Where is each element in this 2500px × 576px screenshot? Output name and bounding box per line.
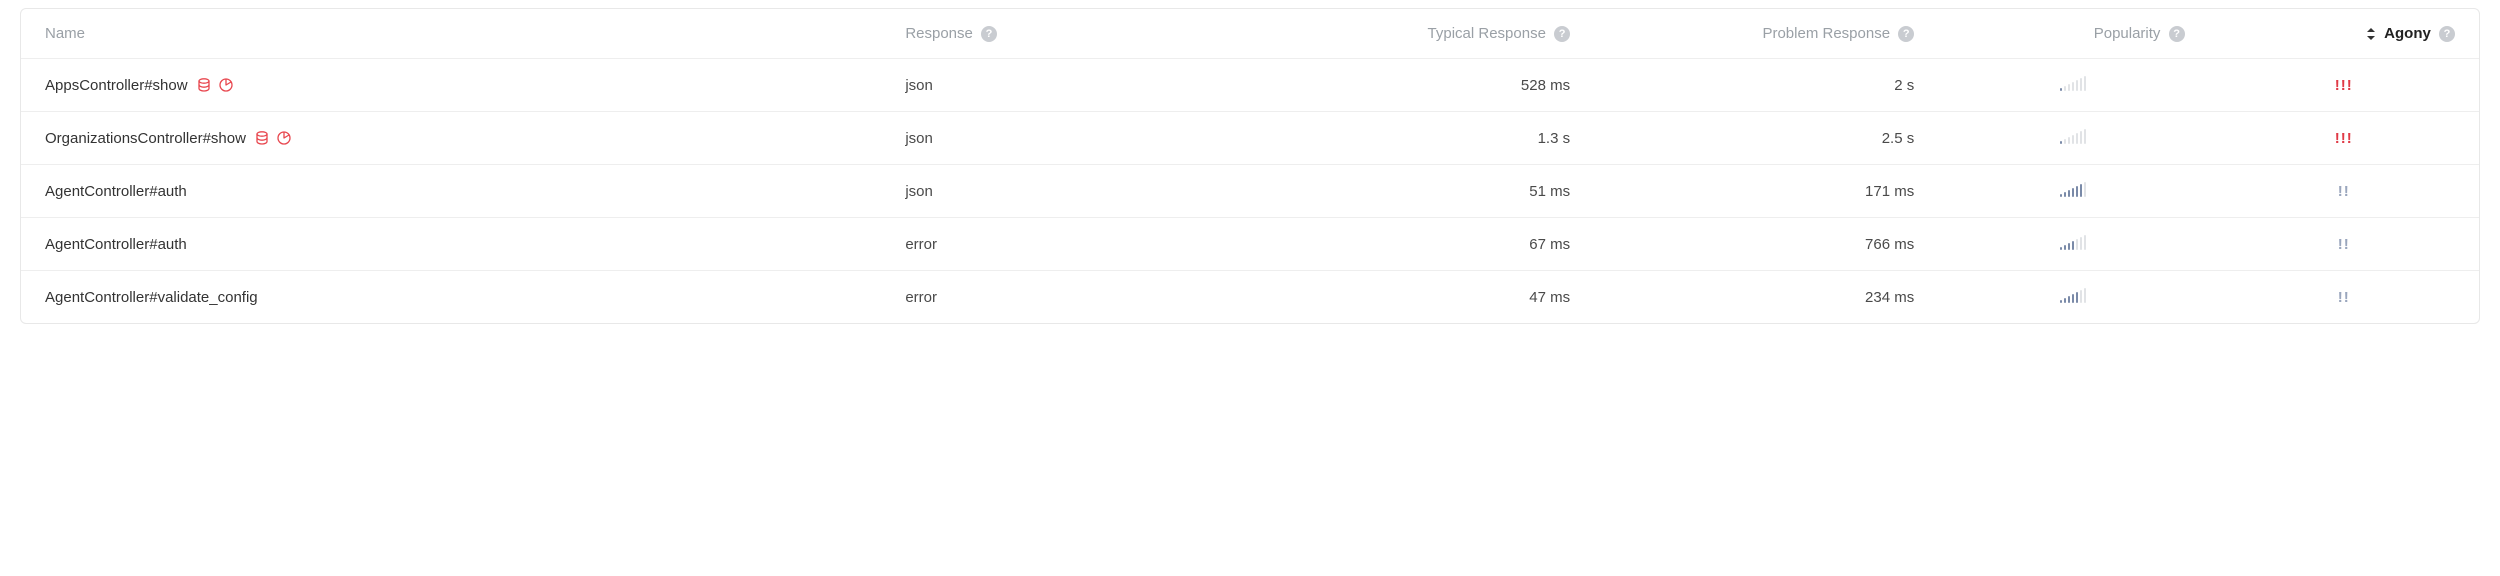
cell-agony: !!! (2209, 112, 2479, 165)
help-icon[interactable]: ? (1554, 26, 1570, 42)
col-header-typical-label: Typical Response (1428, 25, 1546, 42)
popularity-signal (2060, 128, 2086, 144)
cell-typical-response: 1.3 s (1201, 112, 1594, 165)
cell-name: AgentController#validate_config (21, 271, 881, 324)
cell-response: error (881, 218, 1201, 271)
cell-name: AppsController#show (21, 59, 881, 112)
pie-chart-icon[interactable] (276, 130, 292, 146)
table-row[interactable]: AgentController#validate_config error47 m… (21, 271, 2479, 324)
col-header-popularity[interactable]: Popularity ? (1938, 9, 2208, 59)
table-row[interactable]: AgentController#auth json51 ms171 ms!! (21, 165, 2479, 218)
help-icon[interactable]: ? (981, 26, 997, 42)
cell-agony: !! (2209, 218, 2479, 271)
cell-agony: !! (2209, 271, 2479, 324)
cell-popularity (1938, 165, 2208, 218)
col-header-agony[interactable]: Agony ? (2209, 9, 2479, 59)
cell-problem-response: 234 ms (1594, 271, 1938, 324)
endpoint-name[interactable]: OrganizationsController#show (45, 130, 246, 147)
cell-problem-response: 766 ms (1594, 218, 1938, 271)
col-header-problem-label: Problem Response (1762, 25, 1890, 42)
help-icon[interactable]: ? (2169, 26, 2185, 42)
col-header-response-label: Response (905, 25, 973, 42)
popularity-signal (2060, 287, 2086, 303)
endpoint-name[interactable]: AgentController#auth (45, 183, 187, 200)
agony-indicator: !! (2338, 236, 2350, 253)
col-header-problem[interactable]: Problem Response ? (1594, 9, 1938, 59)
cell-problem-response: 2 s (1594, 59, 1938, 112)
cell-problem-response: 171 ms (1594, 165, 1938, 218)
database-icon[interactable] (196, 77, 212, 93)
sort-indicator-icon (2367, 28, 2375, 40)
help-icon[interactable]: ? (1898, 26, 1914, 42)
pie-chart-icon[interactable] (218, 77, 234, 93)
cell-typical-response: 47 ms (1201, 271, 1594, 324)
cell-name: AgentController#auth (21, 165, 881, 218)
database-icon[interactable] (254, 130, 270, 146)
col-header-popularity-label: Popularity (2094, 25, 2161, 42)
table-row[interactable]: AppsController#show json528 ms2 s!!! (21, 59, 2479, 112)
cell-popularity (1938, 271, 2208, 324)
col-header-agony-label: Agony (2384, 25, 2431, 42)
cell-typical-response: 67 ms (1201, 218, 1594, 271)
table-row[interactable]: OrganizationsController#show json1.3 s2.5… (21, 112, 2479, 165)
endpoints-table: Name Response ? Typical Response ? Probl… (21, 9, 2479, 323)
cell-response: json (881, 59, 1201, 112)
cell-popularity (1938, 59, 2208, 112)
help-icon[interactable]: ? (2439, 26, 2455, 42)
popularity-signal (2060, 234, 2086, 250)
agony-indicator: !! (2338, 289, 2350, 306)
col-header-typical[interactable]: Typical Response ? (1201, 9, 1594, 59)
cell-response: json (881, 112, 1201, 165)
popularity-signal (2060, 181, 2086, 197)
cell-response: error (881, 271, 1201, 324)
cell-agony: !! (2209, 165, 2479, 218)
cell-popularity (1938, 218, 2208, 271)
cell-name: AgentController#auth (21, 218, 881, 271)
cell-problem-response: 2.5 s (1594, 112, 1938, 165)
table-row[interactable]: AgentController#auth error67 ms766 ms!! (21, 218, 2479, 271)
cell-agony: !!! (2209, 59, 2479, 112)
col-header-response[interactable]: Response ? (881, 9, 1201, 59)
agony-indicator: !!! (2335, 130, 2353, 147)
cell-typical-response: 51 ms (1201, 165, 1594, 218)
popularity-signal (2060, 75, 2086, 91)
endpoint-name[interactable]: AgentController#auth (45, 236, 187, 253)
cell-name: OrganizationsController#show (21, 112, 881, 165)
cell-response: json (881, 165, 1201, 218)
agony-indicator: !! (2338, 183, 2350, 200)
cell-typical-response: 528 ms (1201, 59, 1594, 112)
col-header-name-label: Name (45, 25, 85, 42)
agony-indicator: !!! (2335, 77, 2353, 94)
endpoints-table-container: Name Response ? Typical Response ? Probl… (20, 8, 2480, 324)
cell-popularity (1938, 112, 2208, 165)
endpoint-name[interactable]: AgentController#validate_config (45, 289, 258, 306)
col-header-name[interactable]: Name (21, 9, 881, 59)
endpoint-name[interactable]: AppsController#show (45, 77, 188, 94)
